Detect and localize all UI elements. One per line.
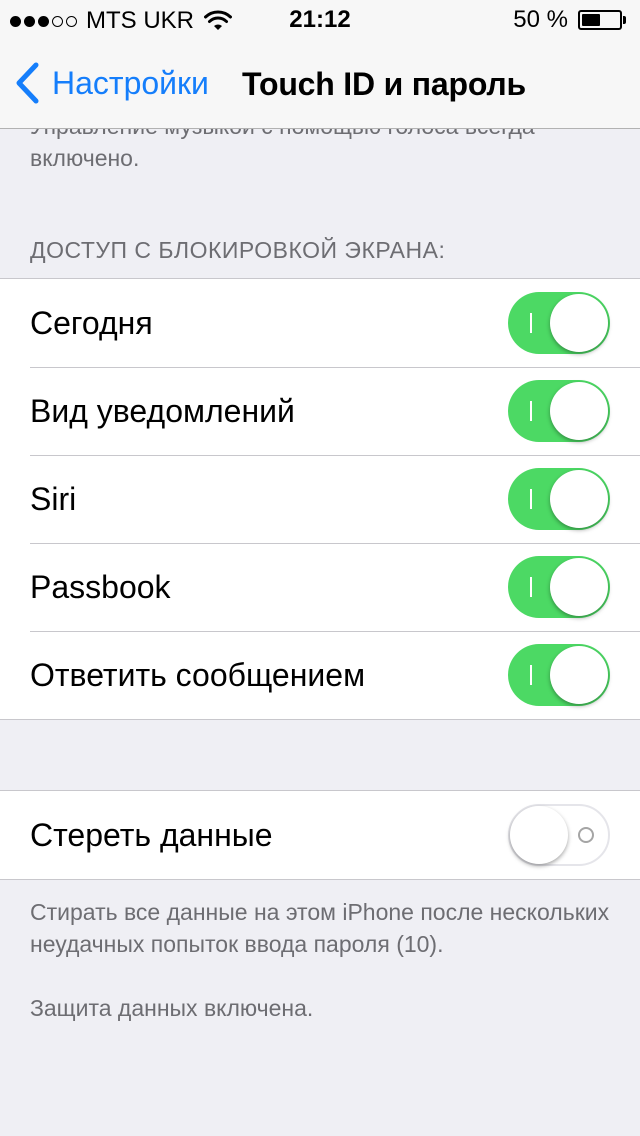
switch-knob [550, 646, 608, 704]
erase-data-group: Стереть данные [0, 790, 640, 880]
battery-fill [582, 14, 600, 26]
status-right: 50 % [513, 6, 626, 34]
back-button-label: Настройки [52, 64, 209, 101]
back-button[interactable]: Настройки [14, 62, 209, 104]
setting-row-today: Сегодня [0, 279, 640, 367]
setting-label: Вид уведомлений [30, 392, 295, 429]
setting-label: Стереть данные [30, 816, 273, 853]
switch-on-mark [530, 489, 532, 509]
switch-knob [550, 382, 608, 440]
setting-row-notifications-view: Вид уведомлений [0, 367, 640, 455]
settings-content[interactable]: Управление музыкой с помощью голоса всег… [0, 110, 640, 1047]
chevron-left-icon [16, 62, 39, 104]
toggle-notifications-view[interactable] [508, 380, 610, 442]
setting-row-passbook: Passbook [0, 543, 640, 631]
navigation-bar: Настройки Touch ID и пароль [0, 40, 640, 129]
switch-knob [550, 294, 608, 352]
status-bar: MTS UKR 21:12 50 % [0, 0, 640, 40]
setting-label: Siri [30, 480, 77, 517]
switch-on-mark [530, 665, 532, 685]
toggle-today[interactable] [508, 292, 610, 354]
toggle-erase-data[interactable] [508, 804, 610, 866]
setting-label: Passbook [30, 568, 171, 605]
switch-on-mark [530, 313, 532, 333]
settings-screen: MTS UKR 21:12 50 % Настройки Touch ID и … [0, 0, 640, 1136]
toggle-reply-with-message[interactable] [508, 644, 610, 706]
setting-label: Сегодня [30, 304, 153, 341]
switch-off-mark [578, 827, 594, 843]
switch-knob [550, 558, 608, 616]
toggle-siri[interactable] [508, 468, 610, 530]
switch-on-mark [530, 577, 532, 597]
data-protection-note: Защита данных включена. [30, 995, 314, 1021]
battery-nub [623, 16, 626, 24]
battery-icon [578, 10, 622, 30]
setting-row-siri: Siri [0, 455, 640, 543]
lock-screen-access-group: Сегодня Вид уведомлений Siri Passbook От… [0, 278, 640, 720]
setting-row-reply-with-message: Ответить сообщением [0, 631, 640, 719]
switch-on-mark [530, 401, 532, 421]
battery-percentage: 50 % [513, 6, 568, 33]
setting-label: Ответить сообщением [30, 656, 366, 693]
toggle-passbook[interactable] [508, 556, 610, 618]
switch-knob [550, 470, 608, 528]
page-title: Touch ID и пароль [242, 66, 526, 102]
switch-knob [510, 806, 568, 864]
lock-screen-access-header: ДОСТУП С БЛОКИРОВКОЙ ЭКРАНА: [30, 237, 446, 263]
erase-data-footnote: Стирать все данные на этом iPhone после … [30, 899, 610, 957]
setting-row-erase-data: Стереть данные [0, 791, 640, 879]
